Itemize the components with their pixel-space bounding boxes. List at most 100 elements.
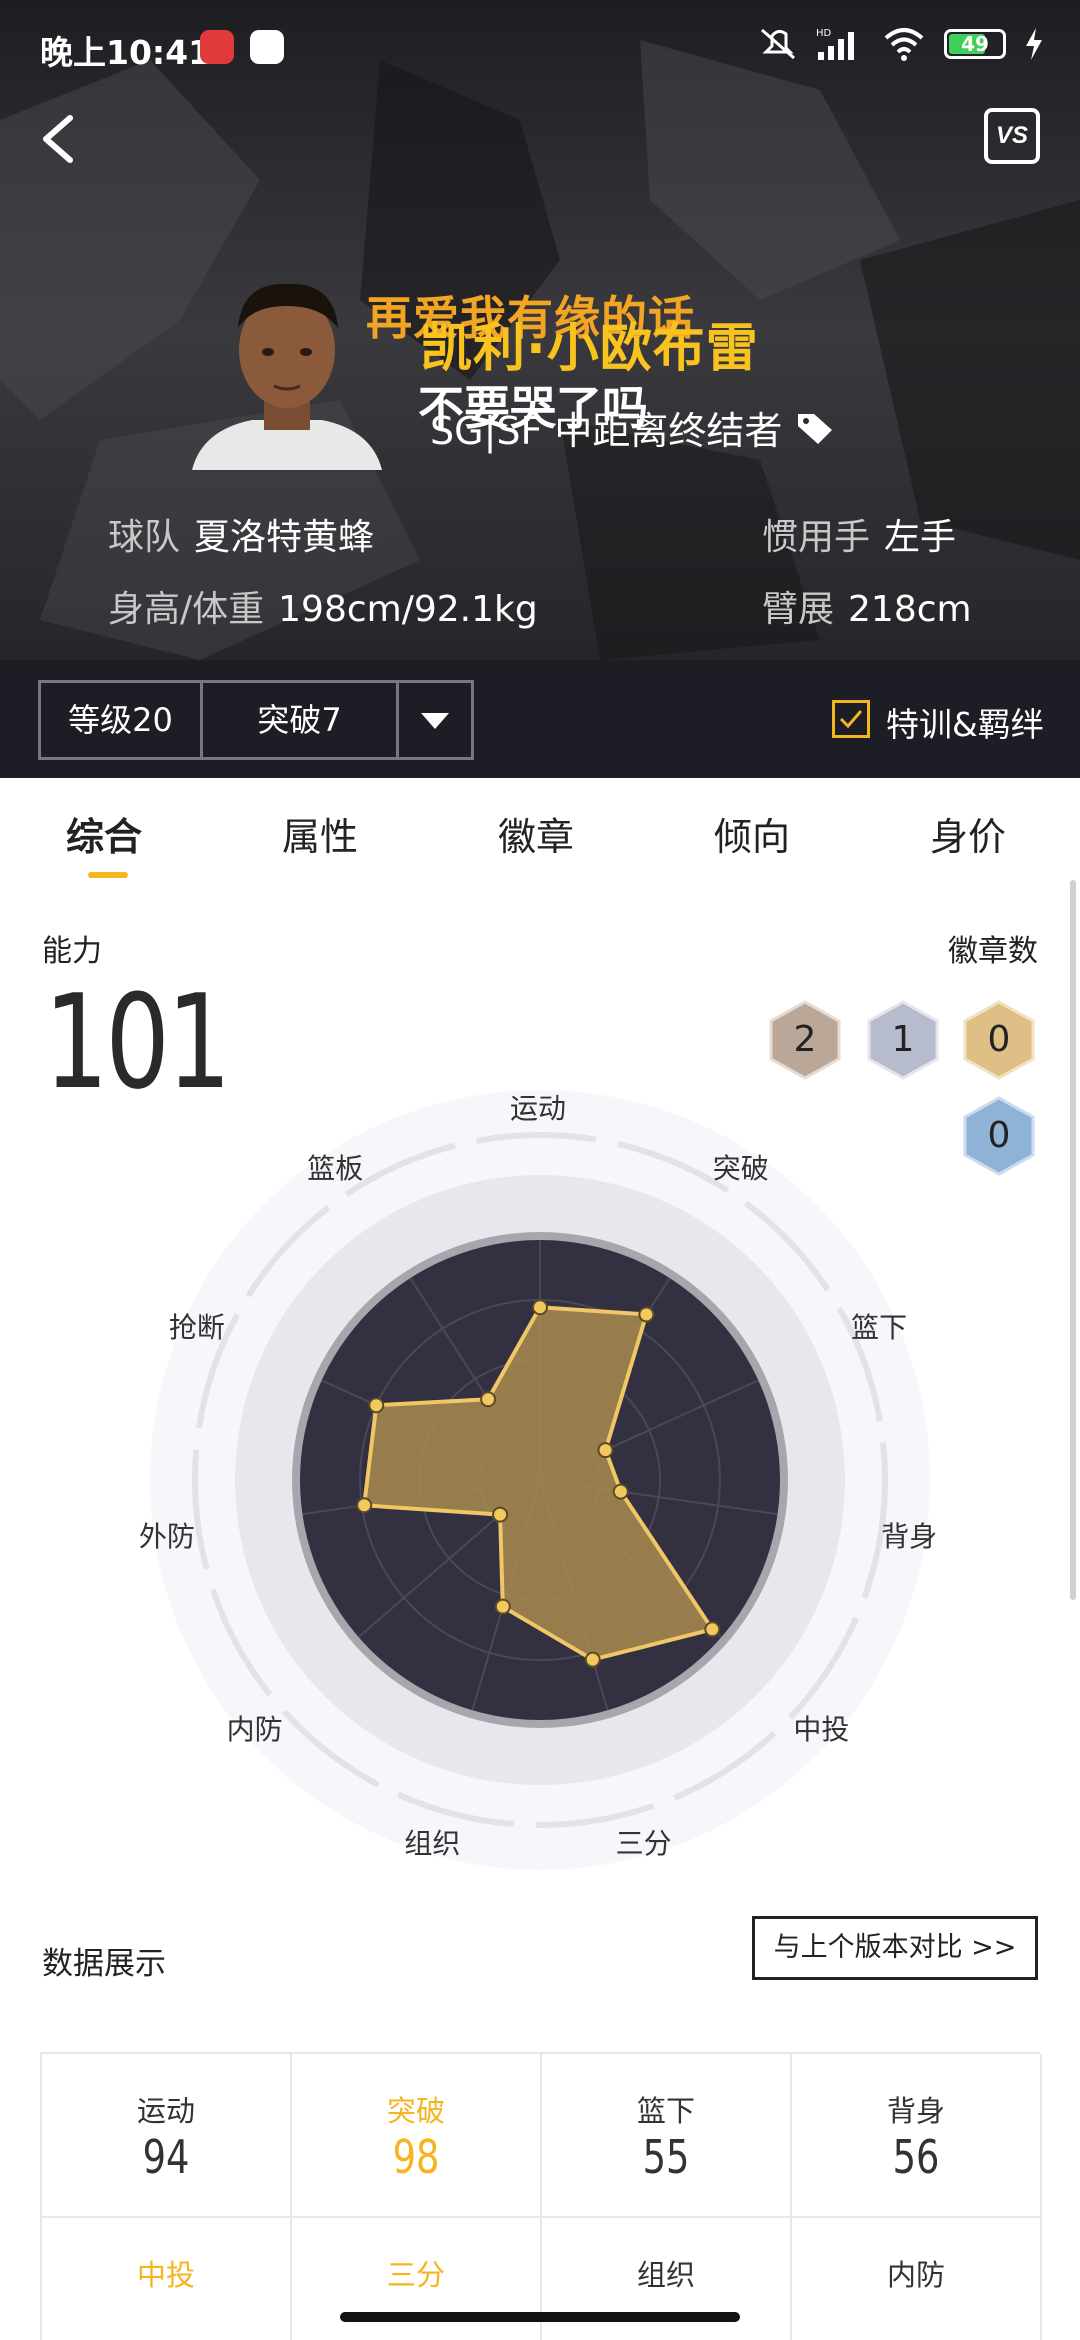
stat-cell: 背身 56 xyxy=(792,2054,1042,2218)
status-time: 晚上10:41 xyxy=(40,33,212,72)
gold-badge-count: 0 xyxy=(987,1019,1011,1060)
wingspan-value: 218cm xyxy=(848,589,972,630)
team-info: 球队 夏洛特黄蜂 xyxy=(108,508,374,560)
stat-name: 内防 xyxy=(886,2258,945,2292)
bronze-badge: 2 xyxy=(768,1000,842,1080)
radar-axis-label: 抢断 xyxy=(168,1311,225,1345)
stat-name: 组织 xyxy=(636,2258,695,2292)
training-checkbox[interactable] xyxy=(832,700,870,738)
radar-axis-label: 篮板 xyxy=(307,1151,364,1185)
tab-attributes[interactable]: 属性 xyxy=(282,806,358,861)
radar-point-抢断 xyxy=(368,1397,385,1414)
tab-bar: 综合 属性 徽章 倾向 身价 xyxy=(0,778,1080,888)
radar-axis-label: 篮下 xyxy=(851,1311,908,1345)
radar-point-中投 xyxy=(704,1621,721,1638)
radar-axis-label: 三分 xyxy=(615,1826,672,1860)
home-indicator[interactable] xyxy=(340,2312,740,2322)
radar-axis-label: 突破 xyxy=(712,1151,769,1185)
tab-tendencies[interactable]: 倾向 xyxy=(714,806,790,861)
radar-axis-label: 组织 xyxy=(404,1826,461,1860)
tag-icon[interactable] xyxy=(796,410,836,446)
stat-cell: 运动 94 xyxy=(42,2054,292,2218)
hand-value: 左手 xyxy=(884,517,957,558)
filter-bar: 等级20 突破7 特训&羁绊 xyxy=(0,660,1080,778)
silver-badge: 1 xyxy=(866,1000,940,1080)
size-label: 身高/体重 xyxy=(108,589,265,630)
radar-point-组织 xyxy=(494,1598,511,1615)
stat-name: 中投 xyxy=(136,2258,195,2292)
level-select[interactable]: 等级20 xyxy=(41,683,203,757)
player-name: 凯利·小欧布雷 xyxy=(420,319,759,379)
mute-icon xyxy=(761,28,795,60)
badge-count-label: 徽章数 xyxy=(948,934,1038,969)
level-selector: 等级20 突破7 xyxy=(38,680,474,760)
stats-grid: 运动 94 突破 98 篮下 55 背身 56 中投 三分 组织 内防 xyxy=(40,2052,1042,2340)
active-tab-indicator xyxy=(88,872,128,878)
hof-badge: 0 xyxy=(962,1096,1036,1176)
stat-value: 56 xyxy=(892,2130,940,2184)
music-app-icon xyxy=(200,30,234,64)
app-notification-icon xyxy=(250,30,284,64)
tab-badges[interactable]: 徽章 xyxy=(498,806,574,861)
stat-value: 98 xyxy=(392,2130,440,2184)
stat-value: 55 xyxy=(642,2130,690,2184)
radar-axis-label: 背身 xyxy=(881,1520,938,1554)
position-line: SG|SF 中距离终结者 xyxy=(430,400,836,455)
hand-info: 惯用手 左手 xyxy=(762,508,956,560)
compare-version-button[interactable]: 与上个版本对比 >> xyxy=(752,1916,1038,1980)
tab-overview[interactable]: 综合 xyxy=(66,806,142,861)
stat-name: 运动 xyxy=(136,2094,195,2128)
player-header: 晚上10:41 HD 49 VS 再爱我有缘的话 凯利·小欧布雷 不要哭了吗 S… xyxy=(0,0,1080,660)
radar-axis-label: 外防 xyxy=(138,1520,195,1554)
status-icons: HD 49 xyxy=(758,26,1044,62)
radar-axis-label: 运动 xyxy=(510,1092,567,1125)
position-text: SG|SF 中距离终结者 xyxy=(430,409,783,453)
radar-axis-label: 内防 xyxy=(226,1712,283,1746)
radar-point-内防 xyxy=(492,1506,509,1523)
wingspan-info: 臂展 218cm xyxy=(762,580,972,632)
bronze-badge-count: 2 xyxy=(793,1019,817,1060)
size-value: 198cm/92.1kg xyxy=(278,589,538,630)
radar-point-篮下 xyxy=(597,1442,614,1459)
training-label[interactable]: 特训&羁绊 xyxy=(886,698,1044,746)
radar-point-运动 xyxy=(532,1299,548,1316)
stat-value: 94 xyxy=(142,2130,190,2184)
radar-svg xyxy=(150,1090,930,1870)
hof-badge-count: 0 xyxy=(987,1115,1011,1156)
stat-cell: 中投 xyxy=(42,2218,292,2340)
charging-icon xyxy=(1026,28,1042,60)
radar-point-篮板 xyxy=(480,1391,497,1408)
gold-badge: 0 xyxy=(962,1000,1036,1080)
svg-text:HD: HD xyxy=(816,28,832,39)
stat-name: 突破 xyxy=(386,2094,445,2128)
hand-label: 惯用手 xyxy=(762,517,871,558)
stat-name: 三分 xyxy=(386,2258,445,2292)
dropdown-button[interactable] xyxy=(399,683,471,757)
team-value: 夏洛特黄蜂 xyxy=(194,517,375,558)
player-portrait xyxy=(192,283,382,470)
tab-value[interactable]: 身价 xyxy=(930,806,1006,861)
scrollbar[interactable] xyxy=(1070,880,1076,1600)
size-info: 身高/体重 198cm/92.1kg xyxy=(108,580,538,632)
breakthrough-select[interactable]: 突破7 xyxy=(203,683,399,757)
stat-name: 篮下 xyxy=(636,2094,695,2128)
caret-down-icon xyxy=(421,713,449,729)
status-bar: 晚上10:41 HD 49 xyxy=(0,0,1080,96)
battery-level: 49 xyxy=(961,32,989,56)
battery-icon: 49 xyxy=(944,29,1006,59)
ability-radar-chart: 运动 突破 篮下 背身 中投 三分 组织 内防 外防 抢断 篮板 xyxy=(138,1080,940,1880)
radar-point-三分 xyxy=(584,1651,601,1668)
stat-name: 背身 xyxy=(886,2094,945,2128)
radar-point-外防 xyxy=(356,1497,373,1514)
team-label: 球队 xyxy=(108,517,181,558)
data-section-title: 数据展示 xyxy=(42,1946,166,1982)
stat-cell: 突破 98 xyxy=(292,2054,542,2218)
chevron-left-icon xyxy=(43,115,73,163)
wifi-icon xyxy=(884,28,924,61)
vs-compare-button[interactable]: VS xyxy=(984,108,1040,164)
back-button[interactable] xyxy=(36,104,96,174)
checkmark-icon xyxy=(839,710,863,729)
silver-badge-count: 1 xyxy=(891,1019,915,1060)
wingspan-label: 臂展 xyxy=(762,589,835,630)
stat-cell: 篮下 55 xyxy=(542,2054,792,2218)
